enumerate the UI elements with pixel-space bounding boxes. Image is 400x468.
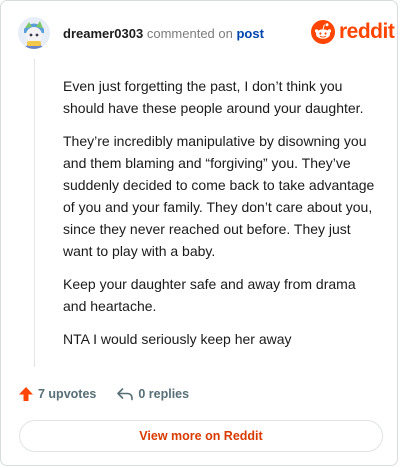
upvote-arrow-icon xyxy=(19,387,33,401)
action-text: commented on xyxy=(146,26,233,41)
replies-count[interactable]: 0 replies xyxy=(116,386,189,402)
replies-label: 0 replies xyxy=(138,387,190,401)
view-more-label: View more on Reddit xyxy=(139,429,263,443)
view-more-button[interactable]: View more on Reddit xyxy=(19,420,383,452)
username-link[interactable]: dreamer0303 xyxy=(63,26,143,41)
reddit-logo-icon xyxy=(311,20,335,44)
comment-paragraph: Keep your daughter safe and away from dr… xyxy=(63,276,356,314)
avatar-snoo-icon xyxy=(18,17,50,49)
avatar[interactable] xyxy=(18,17,50,49)
thread-line xyxy=(34,59,35,367)
comment-body: Even just forgetting the past, I don’t t… xyxy=(63,75,375,361)
reddit-wordmark: reddit xyxy=(339,20,395,43)
comment-paragraph: They’re incredibly manipulative by disow… xyxy=(63,133,375,259)
comment-paragraph: NTA I would seriously keep her away xyxy=(63,331,292,347)
comment-footer: 7 upvotes 0 replies xyxy=(18,386,189,402)
upvotes-label: 7 upvotes xyxy=(38,387,97,401)
comment-embed-card: dreamer0303 commented on post reddit Eve… xyxy=(0,0,398,466)
comment-paragraph: Even just forgetting the past, I don’t t… xyxy=(63,78,364,116)
post-link[interactable]: post xyxy=(236,26,263,41)
reply-arrow-icon xyxy=(117,388,134,401)
comment-header: dreamer0303 commented on post xyxy=(63,26,264,42)
reddit-brand-link[interactable]: reddit xyxy=(311,20,395,44)
upvotes-count[interactable]: 7 upvotes xyxy=(18,386,96,402)
